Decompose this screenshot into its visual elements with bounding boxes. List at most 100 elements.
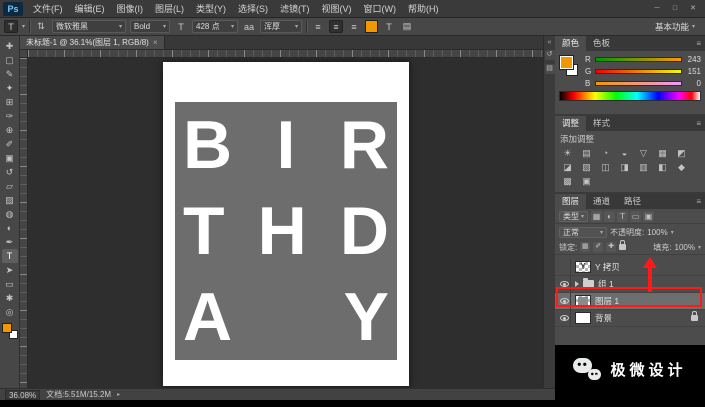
tab-adjustments[interactable]: 调整: [555, 116, 586, 131]
color-balance-icon[interactable]: ◩: [672, 146, 691, 160]
visibility-toggle[interactable]: [558, 293, 571, 310]
fill-value[interactable]: 100%: [675, 243, 695, 252]
healing-brush-tool-icon[interactable]: ⊕: [2, 123, 18, 137]
brightness-contrast-icon[interactable]: ☀: [558, 146, 577, 160]
foreground-color-swatch[interactable]: [2, 323, 12, 333]
invert-icon[interactable]: ▥: [634, 160, 653, 174]
eyedropper-tool-icon[interactable]: ✑: [2, 109, 18, 123]
path-selection-tool-icon[interactable]: ➤: [2, 263, 18, 277]
opacity-value[interactable]: 100%: [647, 228, 667, 237]
lock-pixels-icon[interactable]: ✐: [593, 242, 603, 252]
menu-item[interactable]: 图层(L): [149, 0, 190, 18]
lasso-tool-icon[interactable]: ✎: [2, 67, 18, 81]
curves-icon[interactable]: ◔: [596, 146, 615, 160]
font-family-select[interactable]: 微软雅黑 ▾: [52, 20, 126, 33]
vibrance-icon[interactable]: ▽: [634, 146, 653, 160]
layer-thumbnail[interactable]: Y: [575, 261, 591, 273]
filter-type-select[interactable]: 类型 ▾: [559, 211, 588, 222]
posterize-icon[interactable]: ◧: [653, 160, 672, 174]
chevron-down-icon[interactable]: ▾: [698, 244, 701, 251]
layer-row-y-copy[interactable]: Y Y 拷贝: [555, 259, 705, 276]
blue-value[interactable]: 0: [685, 79, 701, 88]
layer-name[interactable]: 组 1: [598, 278, 614, 290]
menu-item[interactable]: 编辑(E): [69, 0, 111, 18]
font-size-select[interactable]: 428 点 ▾: [192, 20, 238, 33]
exposure-icon[interactable]: ◒: [615, 146, 634, 160]
layer-row-group-1[interactable]: 组 1: [555, 276, 705, 293]
visibility-toggle[interactable]: [558, 310, 571, 327]
tab-close-icon[interactable]: ×: [153, 38, 158, 47]
toggle-panels-icon[interactable]: ▤: [400, 20, 414, 33]
workspace-button[interactable]: 基本功能 ▾: [649, 21, 701, 33]
hand-tool-icon[interactable]: ✱: [2, 291, 18, 305]
color-lookup-icon[interactable]: ◨: [615, 160, 634, 174]
brush-tool-icon[interactable]: ✐: [2, 137, 18, 151]
threshold-icon[interactable]: ◆: [672, 160, 691, 174]
move-tool-icon[interactable]: ✚: [2, 39, 18, 53]
clone-stamp-tool-icon[interactable]: ▣: [2, 151, 18, 165]
minimize-icon[interactable]: ─: [649, 3, 665, 15]
levels-icon[interactable]: ▤: [577, 146, 596, 160]
panel-menu-icon[interactable]: ≡: [692, 194, 705, 209]
history-brush-tool-icon[interactable]: ↺: [2, 165, 18, 179]
type-filter-icon[interactable]: T: [617, 211, 628, 222]
expand-group-icon[interactable]: [575, 281, 579, 287]
menu-item[interactable]: 图像(I): [111, 0, 150, 18]
menu-item[interactable]: 文件(F): [27, 0, 69, 18]
blue-slider[interactable]: [595, 81, 682, 86]
layer-row-layer-1[interactable]: 图层 1: [555, 293, 705, 310]
chevron-down-icon[interactable]: ▾: [671, 229, 674, 236]
history-panel-icon[interactable]: ↺: [545, 50, 555, 60]
maximize-icon[interactable]: □: [667, 3, 683, 15]
layer-name[interactable]: 背景: [595, 312, 612, 324]
expand-panels-icon[interactable]: «: [548, 39, 552, 46]
lock-position-icon[interactable]: ✚: [606, 242, 616, 252]
visibility-toggle[interactable]: [558, 259, 571, 276]
red-slider[interactable]: [595, 57, 682, 62]
lock-all-icon[interactable]: [619, 244, 626, 250]
foreground-color-swatch[interactable]: [560, 56, 573, 69]
visibility-toggle[interactable]: [558, 276, 571, 293]
marquee-tool-icon[interactable]: ▢: [2, 53, 18, 67]
color-spectrum-ramp[interactable]: [559, 91, 701, 101]
layer-thumbnail[interactable]: [575, 312, 591, 324]
anti-alias-select[interactable]: 浑厚 ▾: [260, 20, 302, 33]
document-tab[interactable]: 未标题-1 @ 36.1%(图层 1, RGB/8) ×: [20, 36, 165, 49]
panel-menu-icon[interactable]: ≡: [692, 36, 705, 51]
menu-item[interactable]: 帮助(H): [402, 0, 445, 18]
warp-text-icon[interactable]: T: [382, 20, 396, 33]
gradient-tool-icon[interactable]: ▨: [2, 193, 18, 207]
text-orientation-icon[interactable]: ⇅: [34, 20, 48, 33]
photo-filter-icon[interactable]: ▧: [577, 160, 596, 174]
pixel-filter-icon[interactable]: ▦: [591, 211, 602, 222]
black-white-icon[interactable]: ◪: [558, 160, 577, 174]
current-tool-icon[interactable]: T: [4, 20, 18, 33]
tab-swatches[interactable]: 色板: [586, 36, 617, 51]
align-center-icon[interactable]: ≡: [329, 20, 343, 33]
tab-color[interactable]: 颜色: [555, 36, 586, 51]
close-icon[interactable]: ✕: [685, 3, 701, 15]
smart-object-filter-icon[interactable]: ▣: [643, 211, 654, 222]
canvas-page[interactable]: BIR THD AY: [163, 62, 409, 386]
shape-filter-icon[interactable]: ▭: [630, 211, 641, 222]
tab-paths[interactable]: 路径: [617, 194, 648, 209]
menu-item[interactable]: 选择(S): [232, 0, 274, 18]
hue-saturation-icon[interactable]: ▦: [653, 146, 672, 160]
layer-row-background[interactable]: 背景: [555, 310, 705, 327]
dodge-tool-icon[interactable]: ◐: [2, 221, 18, 235]
adjustment-filter-icon[interactable]: ◐: [604, 211, 615, 222]
text-color-swatch[interactable]: [365, 20, 378, 33]
zoom-level-input[interactable]: 36.08%: [5, 390, 40, 400]
layer-thumbnail[interactable]: [575, 295, 591, 307]
menu-item[interactable]: 滤镜(T): [274, 0, 316, 18]
selective-color-icon[interactable]: ▣: [577, 174, 596, 188]
align-right-icon[interactable]: ≡: [347, 20, 361, 33]
blend-mode-select[interactable]: 正常 ▾: [559, 227, 607, 238]
gradient-map-icon[interactable]: ▩: [558, 174, 577, 188]
menu-item[interactable]: 视图(V): [316, 0, 358, 18]
menu-item[interactable]: 类型(Y): [190, 0, 232, 18]
channel-mixer-icon[interactable]: ◫: [596, 160, 615, 174]
pen-tool-icon[interactable]: ✒: [2, 235, 18, 249]
tab-styles[interactable]: 样式: [586, 116, 617, 131]
crop-tool-icon[interactable]: ⊞: [2, 95, 18, 109]
